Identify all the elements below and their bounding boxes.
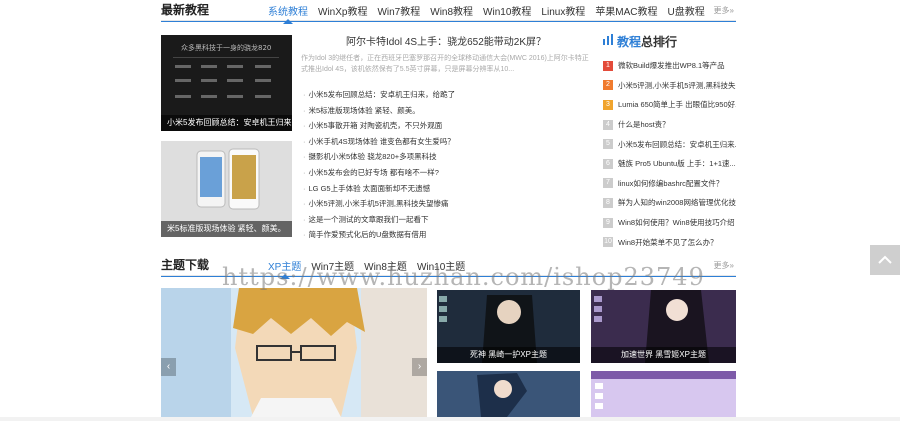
tab-mac[interactable]: 苹果MAC教程 <box>590 3 662 22</box>
tab-win7[interactable]: Win7教程 <box>372 3 425 22</box>
featured-summary: 作为Idol 3的继任者，正在西班牙巴塞罗那召开的全球移动通信大会(MWC 20… <box>301 55 589 73</box>
list-item[interactable]: 小米5事散开箱 对陶瓷机壳，不只外观面 <box>303 118 593 134</box>
anime-boy-theme-image <box>437 371 580 417</box>
ranking-title-rest: 总排行 <box>641 34 678 49</box>
featured-headline[interactable]: 阿尔卡特Idol 4S上手：骁龙652能带动2K屏？ <box>301 33 591 48</box>
ranking-title: 教程总排行 <box>603 32 736 50</box>
theme-slider[interactable]: ‹ › <box>161 288 427 417</box>
chevron-up-icon <box>878 255 892 264</box>
back-to-top-button[interactable] <box>870 245 900 275</box>
ranking-item[interactable]: 5 小米5发布回顾总结：安卓机王归来... <box>603 134 736 154</box>
watermark: https://www.huzhan.com/ishop23749 <box>222 263 705 291</box>
theme1-caption: 死神 黑崎一护XP主题 <box>437 347 580 363</box>
theme-thumb-3[interactable] <box>437 371 580 417</box>
ranking-bars-icon <box>603 34 613 48</box>
ranking-item[interactable]: 10 Win8开始菜单不见了怎么办？ <box>603 232 736 252</box>
news-thumb-1[interactable]: 众多黑科技于一身的骁龙820 小米5发布回顾总结：安卓机王归来... <box>161 35 292 131</box>
themes-more-link[interactable]: 更多» <box>714 260 734 271</box>
anime-theme-image <box>161 288 427 417</box>
latest-divider <box>161 21 736 22</box>
ranking-item[interactable]: 1 微软Build爆发推出WP8.1等产品 <box>603 56 736 76</box>
tab-usb[interactable]: U盘教程 <box>663 3 710 22</box>
ranking-list: 1 微软Build爆发推出WP8.1等产品 2 小米5评测,小米手机5评测,黑科技失… <box>603 56 736 252</box>
themes-title: 主题下载 <box>161 258 210 272</box>
ranking-item[interactable]: 7 linux如何修编bashrc配置文件？ <box>603 174 736 194</box>
thumb1-text: 众多黑科技于一身的骁龙820 <box>181 43 271 52</box>
list-item[interactable]: 小米5评测,小米手机5评测,黑科技失望惨痛 <box>303 196 593 212</box>
list-item[interactable]: 小米5发布回顾总结：安卓机王归来，给跪了 <box>303 87 593 103</box>
tab-winxp[interactable]: WinXp教程 <box>313 3 372 22</box>
tab-win8[interactable]: Win8教程 <box>425 3 478 22</box>
featured-article: 阿尔卡特Idol 4S上手：骁龙652能带动2K屏？ 作为Idol 3的继任者，… <box>301 33 591 75</box>
list-item[interactable]: 这是一个测试的文章跟我们一起看下 <box>303 212 593 228</box>
ranking-item[interactable]: 8 鲜为人知的win2008网络管理优化技巧 <box>603 193 736 213</box>
ranking-title-blue: 教程 <box>617 34 642 49</box>
latest-title: 最新教程 <box>161 3 210 17</box>
list-item[interactable]: 小米手机4S现场体验 谁变色都有女生爱吗？ <box>303 134 593 150</box>
latest-header: 最新教程 系统教程 WinXp教程 Win7教程 Win8教程 Win10教程 … <box>161 0 736 24</box>
ranking-item[interactable]: 9 Win8如何使用？Win8使用技巧介绍 <box>603 213 736 233</box>
list-item[interactable]: LG G5上手体验 太面面新却不无遗憾 <box>303 181 593 197</box>
slider-prev-arrow[interactable]: ‹ <box>161 358 176 376</box>
theme-thumb-1[interactable]: 死神 黑崎一护XP主题 <box>437 290 580 363</box>
slider-next-arrow[interactable]: › <box>412 358 427 376</box>
purple-theme-image <box>591 371 736 417</box>
list-item[interactable]: 简手作爱预式化后的U盘数据有借用 <box>303 227 593 243</box>
ranking-item[interactable]: 4 什么是host责？ <box>603 115 736 135</box>
latest-tabs: 系统教程 WinXp教程 Win7教程 Win8教程 Win10教程 Linux… <box>263 3 710 24</box>
theme2-caption: 加速世界 黑雪姬XP主题 <box>591 347 736 363</box>
list-item[interactable]: 摄影机小米5体验 骁龙820+多项黑科技 <box>303 149 593 165</box>
list-item[interactable]: 米5标准版现场体验 紧轻、颜美。 <box>303 103 593 119</box>
ranking-panel: 教程总排行 1 微软Build爆发推出WP8.1等产品 2 小米5评测,小米手机5评… <box>603 32 736 252</box>
thumb1-caption: 小米5发布回顾总结：安卓机王归来... <box>161 115 292 131</box>
thumb2-caption: 米5标准版现场体验 紧轻、颜美。 <box>161 221 292 237</box>
news-list: 小米5发布回顾总结：安卓机王归来，给跪了 米5标准版现场体验 紧轻、颜美。 小米… <box>303 87 593 243</box>
news-thumb-2[interactable]: 米5标准版现场体验 紧轻、颜美。 <box>161 141 292 237</box>
latest-more-link[interactable]: 更多» <box>714 5 734 16</box>
tab-linux[interactable]: Linux教程 <box>536 3 590 22</box>
theme-thumb-2[interactable]: 加速世界 黑雪姬XP主题 <box>591 290 736 363</box>
list-item[interactable]: 小米5发布会的已好专场 都有啥不一样? <box>303 165 593 181</box>
page-bottom-strip <box>0 417 900 421</box>
ranking-item[interactable]: 2 小米5评测,小米手机5评测,黑科技失... <box>603 76 736 96</box>
ranking-item[interactable]: 3 Lumia 650简单上手 出眼值比950好... <box>603 95 736 115</box>
theme-thumb-4[interactable] <box>591 371 736 417</box>
tab-system[interactable]: 系统教程 <box>263 3 313 24</box>
ranking-item[interactable]: 6 魅族 Pro5 Ubuntu版 上手：1+1速... <box>603 154 736 174</box>
tab-win10[interactable]: Win10教程 <box>478 3 536 22</box>
